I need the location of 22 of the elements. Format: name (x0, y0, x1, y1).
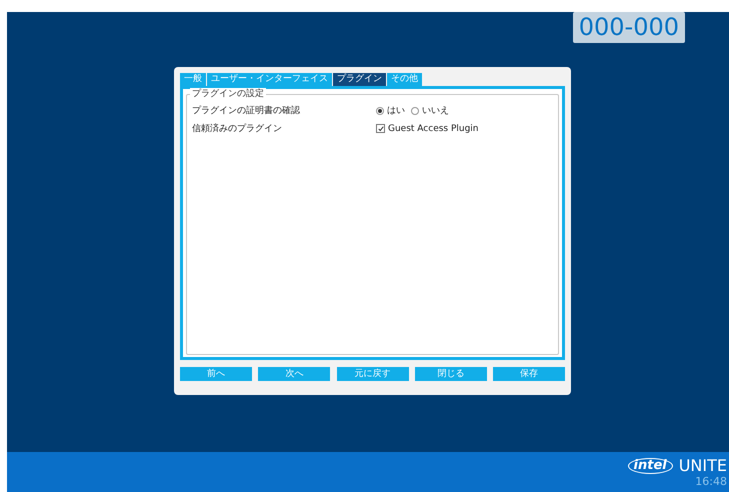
brand-logo: intel (628, 458, 673, 474)
brand-name: UNITE (678, 457, 727, 475)
tab[interactable]: その他 (387, 73, 422, 86)
dialog-button[interactable]: 次へ (258, 367, 330, 381)
dialog-button[interactable]: 元に戻す (336, 367, 408, 381)
meeting-code: 000-000 (572, 12, 685, 43)
checkbox-label[interactable]: Guest Access Plugin (388, 124, 479, 134)
dialog-button[interactable]: 前へ (180, 367, 252, 381)
checkbox[interactable] (376, 124, 385, 133)
tab[interactable]: プラグイン (333, 73, 386, 86)
setting-label: 信頼済みのプラグイン (192, 122, 283, 135)
dialog-button[interactable]: 保存 (493, 367, 565, 381)
radio-label[interactable]: いいえ (422, 104, 449, 117)
radio-button[interactable] (376, 106, 384, 114)
tab[interactable]: ユーザー・インターフェイス (207, 73, 332, 86)
dialog-button[interactable]: 閉じる (414, 367, 487, 381)
setting-label: プラグインの証明書の確認 (192, 104, 301, 117)
radio-button[interactable] (411, 106, 419, 114)
clock-time: 16:48 (695, 475, 727, 488)
radio-label[interactable]: はい (387, 104, 405, 117)
group-title: プラグインの設定 (190, 88, 266, 100)
tab[interactable]: 一般 (180, 73, 206, 86)
